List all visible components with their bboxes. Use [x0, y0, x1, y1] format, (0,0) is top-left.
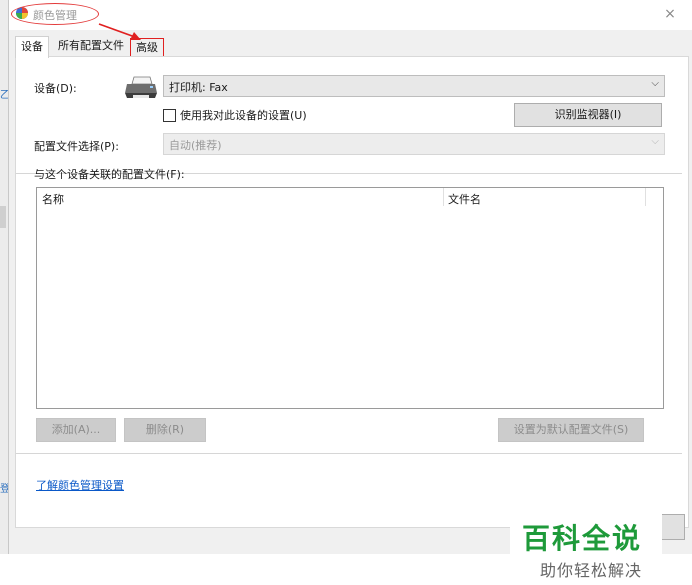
column-separator[interactable] [645, 188, 646, 206]
set-default-profile-button[interactable]: 设置为默认配置文件(S) [498, 418, 644, 442]
profile-selection-label: 配置文件选择(P): [34, 140, 119, 153]
profile-selection-select[interactable]: 自动(推荐) ⌵ [163, 133, 665, 155]
column-separator[interactable] [443, 188, 444, 206]
background-scroll-mark [0, 206, 6, 228]
associated-profiles-table[interactable]: 名称 文件名 [36, 187, 664, 409]
device-select-value: 打印机: Fax [169, 81, 228, 94]
close-icon[interactable]: × [661, 5, 679, 23]
background-glyph: 乙 [0, 90, 10, 101]
printer-icon [125, 76, 157, 98]
chevron-down-icon: ⌵ [651, 78, 659, 89]
profile-selection-value: 自动(推荐) [169, 139, 222, 152]
background-window-edge: 乙 登 [0, 0, 10, 554]
color-management-dialog: 颜色管理 × 设备 所有配置文件 高级 设备(D): 打印机: Fax ⌵ 使用… [8, 0, 692, 585]
device-tab-panel: 设备(D): 打印机: Fax ⌵ 使用我对此设备的设置(U) 识别监视器(I)… [15, 56, 689, 585]
divider [16, 453, 682, 454]
column-header-filename[interactable]: 文件名 [448, 191, 481, 207]
watermark-title: 百科全说 [522, 522, 643, 555]
identify-monitors-button[interactable]: 识别监视器(I) [514, 103, 662, 127]
annotation-ellipse [11, 3, 99, 25]
watermark-subtitle: 助你轻松解决 [540, 561, 643, 580]
tab-device[interactable]: 设备 [15, 36, 49, 58]
chevron-down-icon: ⌵ [651, 136, 659, 147]
watermark: 百科全说 助你轻松解决 [510, 509, 662, 585]
background-glyph: 登 [0, 484, 10, 495]
use-my-settings-checkbox[interactable] [163, 109, 176, 122]
add-button[interactable]: 添加(A)... [36, 418, 116, 442]
learn-color-management-link[interactable]: 了解颜色管理设置 [36, 477, 124, 493]
device-select[interactable]: 打印机: Fax ⌵ [163, 75, 665, 97]
use-my-settings-label[interactable]: 使用我对此设备的设置(U) [180, 107, 307, 123]
annotation-arrow [98, 23, 141, 40]
remove-button[interactable]: 删除(R) [124, 418, 206, 442]
device-label: 设备(D): [34, 82, 77, 95]
column-header-name[interactable]: 名称 [42, 191, 64, 207]
associated-profiles-label: 与这个设备关联的配置文件(F): [34, 168, 185, 181]
